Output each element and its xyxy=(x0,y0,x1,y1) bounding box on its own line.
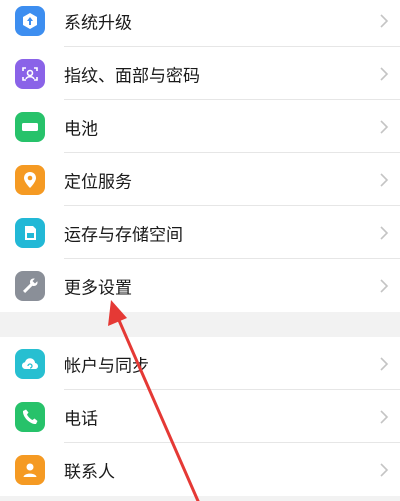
settings-item-phone[interactable]: 电话 xyxy=(0,390,400,443)
chevron-right-icon xyxy=(380,119,389,134)
settings-item-label: 帐户与同步 xyxy=(64,356,149,376)
settings-item-contacts[interactable]: 联系人 xyxy=(0,443,400,496)
wrench-icon xyxy=(15,270,45,301)
contacts-icon xyxy=(15,454,45,485)
settings-item-location[interactable]: 定位服务 xyxy=(0,153,400,206)
location-icon xyxy=(15,164,45,195)
chevron-right-icon xyxy=(380,66,389,81)
settings-group-1: 系统升级 指纹、面部与密码 电池 定位服务 运存与存储空间 更多设置 xyxy=(0,0,400,312)
chevron-right-icon xyxy=(380,13,389,28)
settings-item-label: 系统升级 xyxy=(64,13,132,33)
battery-icon xyxy=(15,111,45,142)
storage-icon xyxy=(15,217,45,248)
settings-item-battery[interactable]: 电池 xyxy=(0,100,400,153)
settings-item-label: 更多设置 xyxy=(64,278,132,298)
chevron-right-icon xyxy=(380,225,389,240)
settings-item-memory-storage[interactable]: 运存与存储空间 xyxy=(0,206,400,259)
chevron-right-icon xyxy=(380,172,389,187)
chevron-right-icon xyxy=(380,462,389,477)
settings-item-label: 电池 xyxy=(64,119,98,139)
phone-icon xyxy=(15,401,45,432)
chevron-right-icon xyxy=(380,409,389,424)
settings-group-2: 帐户与同步 电话 联系人 xyxy=(0,337,400,496)
settings-item-label: 运存与存储空间 xyxy=(64,225,183,245)
settings-item-label: 定位服务 xyxy=(64,172,132,192)
settings-item-more-settings[interactable]: 更多设置 xyxy=(0,259,400,312)
settings-item-label: 指纹、面部与密码 xyxy=(64,66,200,86)
settings-item-label: 联系人 xyxy=(64,462,115,482)
chevron-right-icon xyxy=(380,356,389,371)
settings-item-fingerprint-face-password[interactable]: 指纹、面部与密码 xyxy=(0,47,400,100)
system-update-icon xyxy=(15,5,45,36)
settings-item-label: 电话 xyxy=(64,409,98,429)
cloud-sync-icon xyxy=(15,348,45,379)
fingerprint-face-icon xyxy=(15,58,45,89)
settings-item-account-sync[interactable]: 帐户与同步 xyxy=(0,337,400,390)
settings-item-system-update[interactable]: 系统升级 xyxy=(0,0,400,47)
chevron-right-icon xyxy=(380,278,389,293)
